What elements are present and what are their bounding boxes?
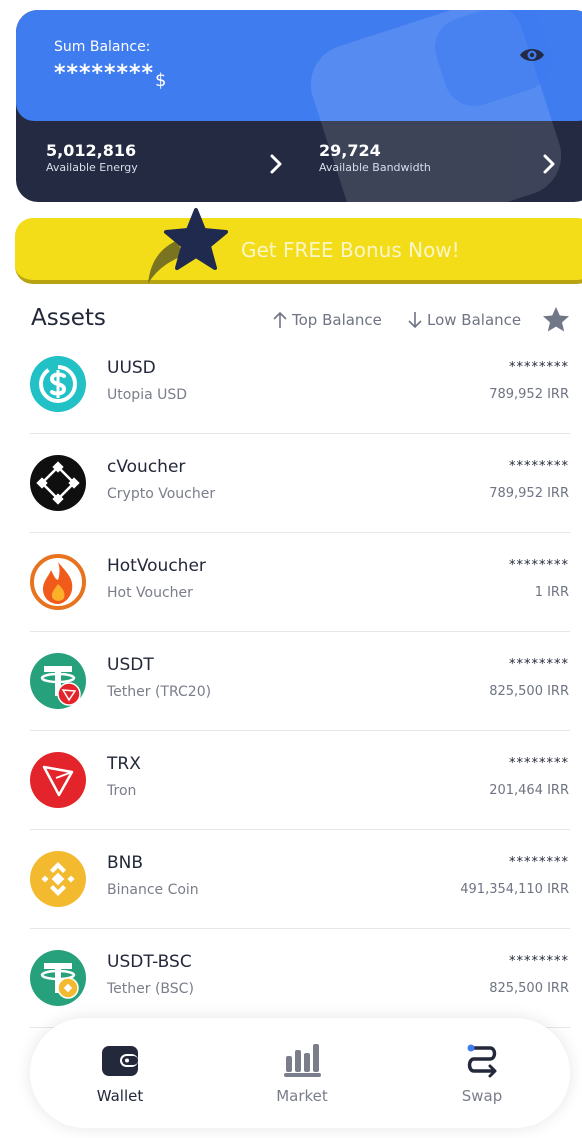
asset-hidden-amount: ********: [509, 459, 569, 474]
asset-row-usdt[interactable]: USDT Tether (TRC20) ******** 825,500 IRR: [0, 632, 582, 731]
asset-name: Hot Voucher: [107, 585, 193, 601]
asset-symbol: HotVoucher: [107, 556, 206, 576]
asset-symbol: cVoucher: [107, 457, 186, 477]
energy-label: Available Energy: [46, 161, 138, 174]
swap-route-icon: [467, 1044, 497, 1078]
balance-card: Sum Balance: ********$ 5,012,816 Availab…: [16, 10, 582, 202]
favorite-star-icon[interactable]: [541, 305, 571, 335]
asset-hidden-amount: ********: [509, 954, 569, 969]
free-bonus-banner[interactable]: Get FREE Bonus Now!: [15, 218, 582, 284]
energy-value: 5,012,816: [46, 141, 137, 160]
sort-low-balance-label: Low Balance: [427, 311, 522, 329]
tron-icon: [30, 752, 86, 808]
asset-value: 789,952 IRR: [489, 486, 569, 501]
show-balance-eye-icon[interactable]: [518, 44, 546, 66]
sum-balance-label: Sum Balance:: [54, 39, 151, 55]
bandwidth-value: 29,724: [319, 141, 381, 160]
energy-chevron-right-icon[interactable]: [269, 153, 283, 175]
asset-name: Binance Coin: [107, 882, 199, 898]
free-bonus-text: Get FREE Bonus Now!: [241, 238, 460, 262]
sum-balance-hidden: ********: [54, 61, 155, 86]
asset-symbol: BNB: [107, 853, 144, 873]
sort-top-balance-label: Top Balance: [292, 311, 382, 329]
asset-value: 491,354,110 IRR: [460, 882, 569, 897]
binance-coin-icon: [30, 851, 86, 907]
asset-row-hotvoucher[interactable]: HotVoucher Hot Voucher ******** 1 IRR: [0, 533, 582, 632]
arrow-down-icon: [408, 312, 422, 329]
asset-name: Tether (TRC20): [107, 684, 212, 700]
sum-balance-currency: $: [155, 70, 168, 91]
asset-hidden-amount: ********: [509, 756, 569, 771]
asset-symbol: UUSD: [107, 358, 156, 378]
sum-balance-value: ********$: [54, 61, 168, 91]
asset-value: 825,500 IRR: [489, 684, 569, 699]
arrow-up-icon: [273, 311, 287, 328]
crypto-voucher-icon: [30, 455, 86, 511]
asset-name: Crypto Voucher: [107, 486, 216, 502]
tether-trc20-icon: [30, 653, 86, 709]
asset-name: Tron: [107, 783, 137, 799]
asset-row-uusd[interactable]: UUSD Utopia USD ******** 789,952 IRR: [0, 335, 582, 434]
asset-row-usdt-bsc[interactable]: USDT-BSC Tether (BSC) ******** 825,500 I…: [0, 929, 582, 1028]
asset-hidden-amount: ********: [509, 855, 569, 870]
nav-wallet[interactable]: Wallet: [70, 1040, 170, 1105]
asset-row-cvoucher[interactable]: cVoucher Crypto Voucher ******** 789,952…: [0, 434, 582, 533]
asset-row-trx[interactable]: TRX Tron ******** 201,464 IRR: [0, 731, 582, 830]
sort-top-balance-button[interactable]: Top Balance: [272, 310, 382, 330]
assets-title: Assets: [31, 305, 106, 331]
asset-hidden-amount: ********: [509, 360, 569, 375]
asset-hidden-amount: ********: [509, 657, 569, 672]
hot-voucher-icon: [30, 554, 86, 610]
asset-hidden-amount: ********: [509, 558, 569, 573]
wallet-icon: [102, 1046, 138, 1076]
nav-swap-label: Swap: [461, 1087, 503, 1105]
asset-row-bnb[interactable]: BNB Binance Coin ******** 491,354,110 IR…: [0, 830, 582, 929]
available-energy[interactable]: 5,012,816 Available Energy: [46, 141, 138, 174]
nav-swap[interactable]: Swap: [432, 1040, 532, 1105]
asset-value: 1 IRR: [534, 585, 569, 600]
asset-name: Tether (BSC): [107, 981, 194, 997]
market-bar-chart-icon: [284, 1044, 321, 1077]
asset-symbol: USDT-BSC: [107, 952, 192, 972]
nav-market-label: Market: [276, 1087, 328, 1105]
nav-market[interactable]: Market: [252, 1040, 352, 1105]
utopia-usd-icon: [30, 356, 86, 412]
asset-value: 201,464 IRR: [489, 783, 569, 798]
bonus-star-icon: [148, 208, 228, 284]
asset-symbol: USDT: [107, 655, 154, 675]
sort-low-balance-button[interactable]: Low Balance: [407, 310, 521, 330]
asset-value: 825,500 IRR: [489, 981, 569, 996]
asset-symbol: TRX: [107, 754, 141, 774]
available-bandwidth[interactable]: 29,724 Available Bandwidth: [319, 141, 431, 174]
bottom-navigation: Wallet Market Swap: [30, 1018, 570, 1128]
asset-name: Utopia USD: [107, 387, 188, 403]
bandwidth-label: Available Bandwidth: [319, 161, 431, 174]
tether-bsc-icon: [30, 950, 86, 1006]
asset-value: 789,952 IRR: [489, 387, 569, 402]
bandwidth-chevron-right-icon[interactable]: [542, 153, 556, 175]
nav-wallet-label: Wallet: [96, 1087, 144, 1105]
